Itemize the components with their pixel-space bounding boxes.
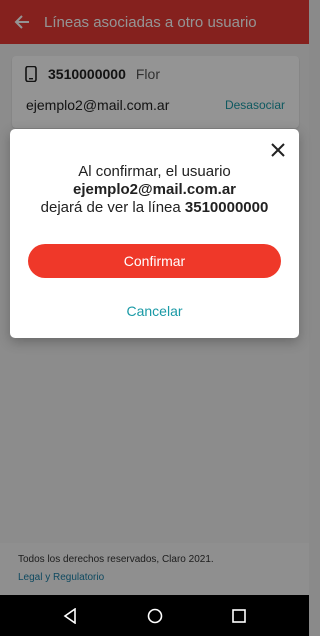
nav-back-button[interactable] xyxy=(55,601,85,631)
system-nav-bar xyxy=(0,595,309,636)
confirm-button[interactable]: Confirmar xyxy=(28,244,281,278)
cancel-button[interactable]: Cancelar xyxy=(10,303,299,319)
triangle-back-icon xyxy=(63,607,76,624)
close-icon xyxy=(271,143,285,157)
square-recents-icon xyxy=(232,608,247,623)
dialog-line3: dejará de ver la línea 3510000000 xyxy=(20,199,289,217)
dialog-line3-prefix: dejará de ver la línea xyxy=(40,199,181,216)
dialog-line1: Al confirmar, el usuario xyxy=(78,163,231,180)
nav-home-button[interactable] xyxy=(140,601,170,631)
confirm-unlink-dialog: Al confirmar, el usuario ejemplo2@mail.c… xyxy=(10,129,299,338)
nav-recents-button[interactable] xyxy=(224,601,254,631)
dialog-message: Al confirmar, el usuario ejemplo2@mail.c… xyxy=(20,163,289,217)
dialog-line-number: 3510000000 xyxy=(184,199,269,216)
close-button[interactable] xyxy=(269,141,287,159)
circle-home-icon xyxy=(147,608,162,623)
dialog-email: ejemplo2@mail.com.ar xyxy=(72,181,237,198)
